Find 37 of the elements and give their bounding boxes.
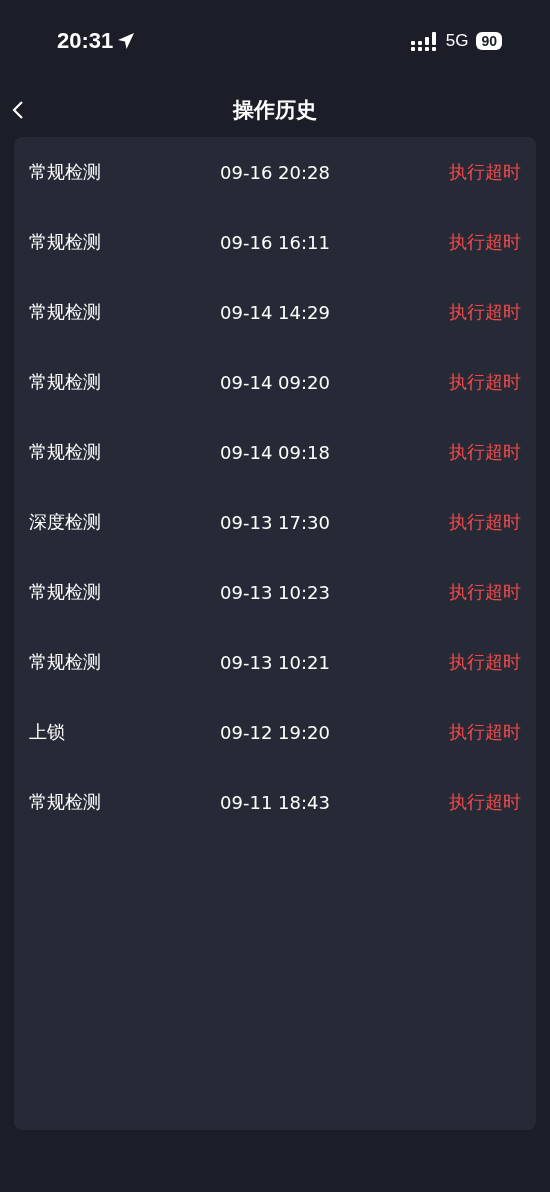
operation-time: 09-14 09:18 xyxy=(220,441,330,463)
operation-name: 常规检测 xyxy=(29,580,101,604)
operation-name: 常规检测 xyxy=(29,650,101,674)
operation-name: 常规检测 xyxy=(29,230,101,254)
operation-result: 执行超时 xyxy=(449,160,521,184)
network-type: 5G xyxy=(445,31,469,51)
location-arrow-icon xyxy=(117,32,136,50)
status-time: 20:31 xyxy=(57,28,114,54)
operation-result: 执行超时 xyxy=(449,790,521,814)
battery-level: 90 xyxy=(476,32,502,50)
operation-result: 执行超时 xyxy=(449,650,521,674)
operation-result: 执行超时 xyxy=(449,300,521,324)
operation-name: 常规检测 xyxy=(29,790,101,814)
operation-result: 执行超时 xyxy=(449,580,521,604)
operation-name: 常规检测 xyxy=(29,440,101,464)
operation-time: 09-13 10:21 xyxy=(220,651,330,673)
operation-time: 09-14 09:20 xyxy=(220,371,330,393)
operation-result: 执行超时 xyxy=(449,440,521,464)
operation-time: 09-12 19:20 xyxy=(220,721,330,743)
back-chevron-icon xyxy=(12,100,24,120)
page-title: 操作历史 xyxy=(233,96,317,124)
operation-name: 深度检测 xyxy=(29,510,101,534)
operation-name: 常规检测 xyxy=(29,160,101,184)
operation-time: 09-16 20:28 xyxy=(220,161,330,183)
operation-time: 09-13 10:23 xyxy=(220,581,330,603)
operation-time: 09-14 14:29 xyxy=(220,301,330,323)
operation-result: 执行超时 xyxy=(449,230,521,254)
operation-time: 09-16 16:11 xyxy=(220,231,330,253)
operation-result: 执行超时 xyxy=(449,510,521,534)
operation-time: 09-11 18:43 xyxy=(220,791,330,813)
operation-name: 常规检测 xyxy=(29,370,101,394)
operation-result: 执行超时 xyxy=(449,720,521,744)
operation-name: 常规检测 xyxy=(29,300,101,324)
operation-name: 上锁 xyxy=(29,720,65,744)
signal-icon xyxy=(410,31,438,51)
operation-result: 执行超时 xyxy=(449,370,521,394)
operation-time: 09-13 17:30 xyxy=(220,511,330,533)
